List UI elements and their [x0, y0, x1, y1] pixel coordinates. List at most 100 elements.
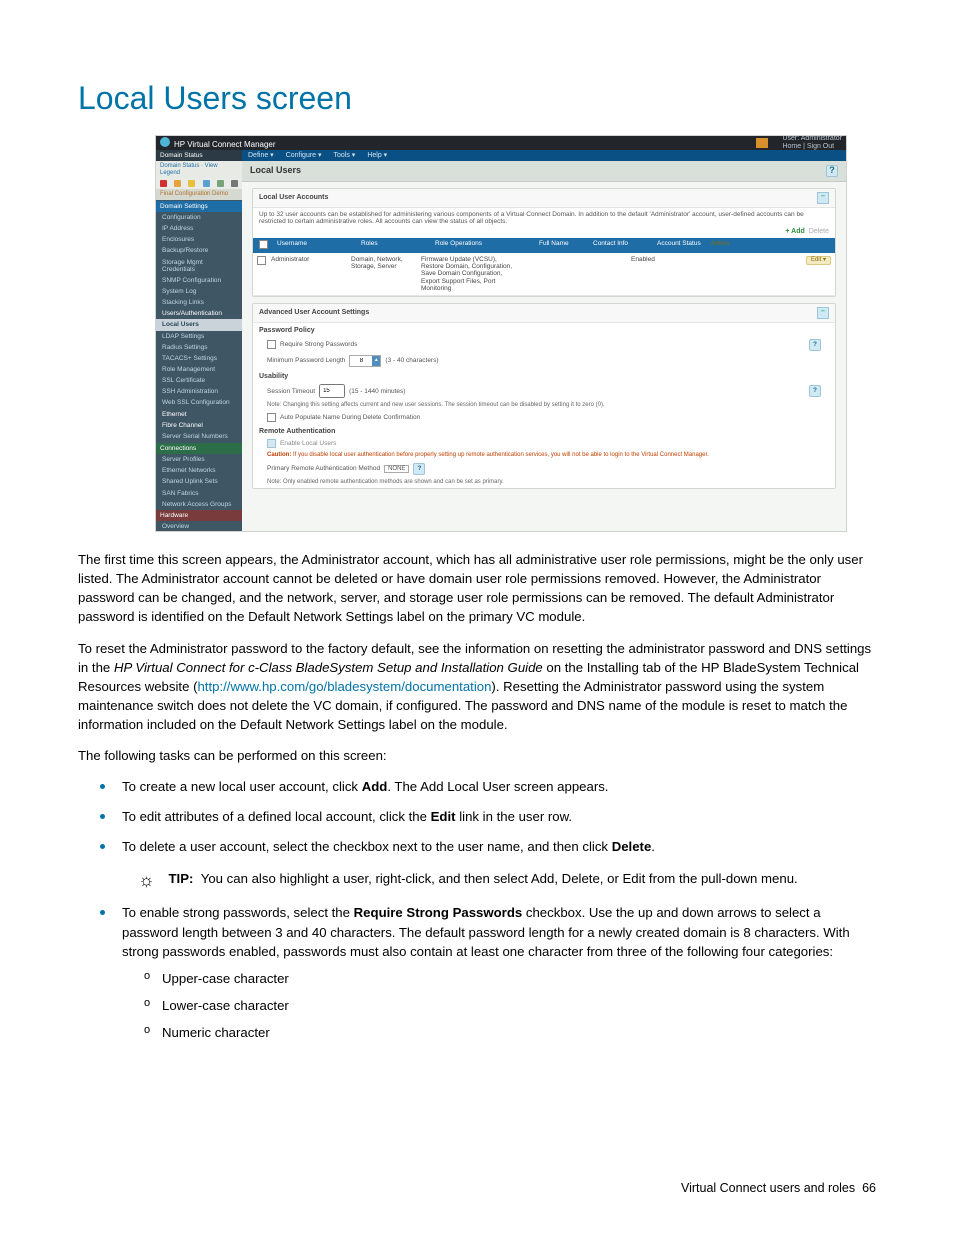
sidebar-item[interactable]: Shared Uplink Sets: [156, 476, 242, 487]
col-contact[interactable]: Contact Info: [591, 240, 655, 251]
menu-configure[interactable]: Configure ▾: [286, 152, 322, 160]
section-remote-auth: Remote Authentication: [259, 428, 829, 436]
sidebar-item-local-users[interactable]: Local Users: [156, 319, 242, 330]
guide-title: HP Virtual Connect for c-Class BladeSyst…: [114, 660, 543, 675]
sidebar-item[interactable]: Radius Settings: [156, 342, 242, 353]
autopop-checkbox[interactable]: [267, 413, 276, 422]
cell-roles: Domain, Network, Storage, Server: [351, 256, 421, 270]
table-row: Administrator Domain, Network, Storage, …: [253, 253, 835, 296]
sidebar-item[interactable]: SSH Administration: [156, 386, 242, 397]
session-timeout-note: (15 - 1440 minutes): [349, 388, 405, 395]
menu-tools[interactable]: Tools ▾: [334, 152, 356, 160]
collapse-icon[interactable]: –: [817, 307, 829, 319]
panel-note: Up to 32 user accounts can be establishe…: [253, 208, 835, 228]
edit-button[interactable]: Edit ▾: [806, 256, 831, 265]
sidebar-item[interactable]: Overview: [156, 521, 242, 531]
table-header: Username Roles Role Operations Full Name…: [253, 238, 835, 253]
status-blue-icon[interactable]: [203, 180, 210, 187]
status-amber-icon[interactable]: [174, 180, 181, 187]
sub-list-item: Upper-case character: [150, 968, 876, 989]
row-checkbox[interactable]: [257, 256, 266, 265]
sidebar-item[interactable]: Ethernet Networks: [156, 465, 242, 476]
sidebar-item[interactable]: IP Address: [156, 223, 242, 234]
col-username[interactable]: Username: [275, 240, 359, 251]
sidebar-item[interactable]: Server Serial Numbers: [156, 431, 242, 442]
help-icon[interactable]: ?: [809, 339, 821, 351]
status-grey-icon[interactable]: [231, 180, 238, 187]
col-fullname[interactable]: Full Name: [537, 240, 591, 251]
col-roleops[interactable]: Role Operations: [433, 240, 537, 251]
sidebar-fc-header[interactable]: Fibre Channel: [156, 420, 242, 431]
col-action[interactable]: Action: [709, 240, 831, 251]
sidebar-item[interactable]: Server Profiles: [156, 454, 242, 465]
list-item: To create a new local user account, clic…: [122, 777, 876, 797]
menu-help[interactable]: Help ▾: [367, 152, 387, 160]
require-strong-pw-checkbox[interactable]: [267, 340, 276, 349]
spinner-arrows-icon[interactable]: ▲: [372, 356, 380, 366]
notification-icon[interactable]: [756, 138, 768, 148]
sidebar-item[interactable]: SSL Certificate: [156, 375, 242, 386]
enable-local-users-checkbox[interactable]: [267, 439, 276, 448]
page-title: Local Users screen: [78, 80, 876, 117]
menu-define[interactable]: Define ▾: [248, 152, 274, 160]
col-roles[interactable]: Roles: [359, 240, 433, 251]
sub-list-item: Lower-case character: [150, 995, 876, 1016]
remote-auth-note: Note: Only enabled remote authentication…: [253, 477, 835, 488]
sidebar-item[interactable]: Stacking Links: [156, 297, 242, 308]
sidebar-item[interactable]: Backup/Restore: [156, 245, 242, 256]
sidebar-ethernet-header[interactable]: Ethernet: [156, 409, 242, 420]
panel-title: Local User Accounts: [259, 194, 328, 202]
min-pw-length-label: Minimum Password Length: [267, 357, 345, 364]
main-menu[interactable]: Define ▾ Configure ▾ Tools ▾ Help ▾: [242, 150, 846, 161]
autopop-label: Auto Populate Name During Delete Confirm…: [280, 414, 420, 421]
sidebar-item[interactable]: Network Access Groups: [156, 499, 242, 510]
status-yellow-icon[interactable]: [188, 180, 195, 187]
documentation-link[interactable]: http://www.hp.com/go/bladesystem/documen…: [197, 679, 491, 694]
min-pw-length-spinner[interactable]: ▲: [349, 355, 381, 367]
tip-block: ☼ TIP: You can also highlight a user, ri…: [138, 869, 876, 889]
list-item: To enable strong passwords, select the R…: [122, 903, 876, 1044]
section-usability: Usability: [259, 373, 829, 381]
sidebar-config-demo[interactable]: Final Configuration Demo: [156, 189, 242, 200]
sidebar-users-auth-header[interactable]: Users/Authentication: [156, 308, 242, 319]
help-icon[interactable]: ?: [809, 385, 821, 397]
help-icon[interactable]: ?: [413, 463, 425, 475]
add-button[interactable]: + Add: [785, 228, 804, 236]
sidebar-status-header: Domain Status: [156, 150, 242, 161]
col-status[interactable]: Account Status: [655, 240, 709, 251]
sidebar-item[interactable]: Configuration: [156, 212, 242, 223]
sidebar-item[interactable]: SAN Fabrics: [156, 488, 242, 499]
sidebar-item[interactable]: System Log: [156, 286, 242, 297]
sidebar-item[interactable]: Web SSL Configuration: [156, 397, 242, 408]
page-footer: Virtual Connect users and roles 66: [681, 1181, 876, 1195]
session-timeout-input[interactable]: [319, 384, 345, 398]
sidebar-connections-header[interactable]: Connections: [156, 443, 242, 454]
sidebar-item[interactable]: SNMP Configuration: [156, 275, 242, 286]
section-password-policy: Password Policy: [259, 327, 829, 335]
sidebar-item[interactable]: Role Management: [156, 364, 242, 375]
tip-icon: ☼: [138, 869, 155, 889]
sidebar-item[interactable]: LDAP Settings: [156, 331, 242, 342]
sidebar-item[interactable]: Enclosures: [156, 234, 242, 245]
page-number: 66: [862, 1181, 876, 1195]
sidebar-item[interactable]: Storage Mgmt Credentials: [156, 257, 242, 275]
sidebar-domain-settings-header[interactable]: Domain Settings: [156, 201, 242, 212]
sidebar: Domain Status Domain Status · View Legen…: [156, 150, 242, 531]
primary-remote-auth-value[interactable]: NONE: [384, 465, 409, 474]
signout-link[interactable]: Home | Sign Out: [782, 143, 834, 150]
list-item: To delete a user account, select the che…: [122, 837, 876, 857]
select-all-checkbox[interactable]: [259, 240, 268, 249]
help-icon[interactable]: ?: [826, 165, 838, 177]
delete-button[interactable]: Delete: [809, 228, 829, 236]
panel-local-user-accounts: Local User Accounts – Up to 32 user acco…: [252, 188, 836, 297]
app-screenshot: HP Virtual Connect Manager User: Adminis…: [155, 135, 847, 532]
tip-text: You can also highlight a user, right-cli…: [201, 871, 798, 886]
body-paragraph: To reset the Administrator password to t…: [78, 639, 876, 735]
sidebar-status-link[interactable]: Domain Status · View Legend: [156, 161, 242, 178]
sidebar-hardware-header[interactable]: Hardware: [156, 510, 242, 521]
sidebar-item[interactable]: TACACS+ Settings: [156, 353, 242, 364]
status-green-icon[interactable]: [217, 180, 224, 187]
collapse-icon[interactable]: –: [817, 192, 829, 204]
min-pw-length-input[interactable]: [350, 356, 372, 366]
status-red-icon[interactable]: [160, 180, 167, 187]
